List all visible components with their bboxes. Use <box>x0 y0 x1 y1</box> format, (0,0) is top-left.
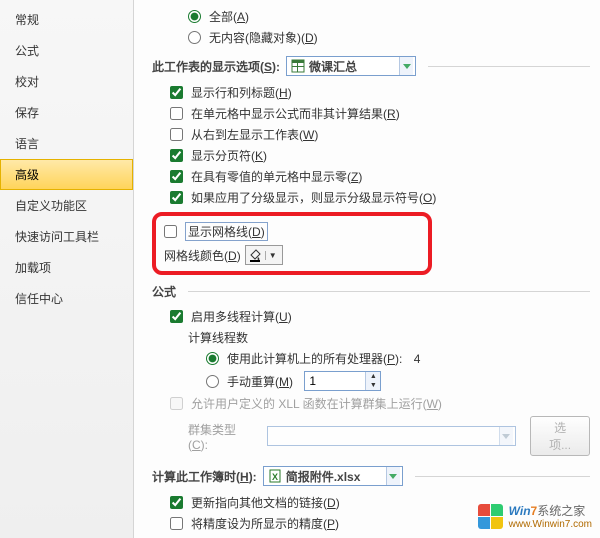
excel-file-icon: X <box>268 469 282 483</box>
sidebar-item-advanced[interactable]: 高级 <box>0 159 133 190</box>
watermark: Win7系统之家 www.Winwin7.com <box>478 502 592 530</box>
chevron-down-icon <box>499 427 513 445</box>
cluster-type-label: 群集类型(C): <box>188 421 256 452</box>
chk-multithread[interactable] <box>170 310 183 323</box>
highlight-box: 显示网格线(D) 网格线颜色(D) ▼ <box>152 212 432 275</box>
sidebar-item-general[interactable]: 常规 <box>0 4 133 35</box>
chk-show-formulas-label: 在单元格中显示公式而非其计算结果(R) <box>191 105 400 122</box>
cluster-options-button: 选项... <box>530 416 590 456</box>
sidebar-item-trust-center[interactable]: 信任中心 <box>0 283 133 314</box>
watermark-url: www.Winwin7.com <box>509 519 592 530</box>
options-sidebar: 常规 公式 校对 保存 语言 高级 自定义功能区 快速访问工具栏 加载项 信任中… <box>0 0 134 538</box>
chevron-down-icon: ▼ <box>265 251 280 260</box>
chk-rtl-sheet[interactable] <box>170 128 183 141</box>
chevron-down-icon <box>386 467 400 485</box>
chk-headers-label: 显示行和列标题(H) <box>191 84 292 101</box>
chk-precision-displayed[interactable] <box>170 517 183 530</box>
chk-show-zero-label: 在具有零值的单元格中显示零(Z) <box>191 168 362 185</box>
radio-manual-threads[interactable] <box>206 375 219 388</box>
sidebar-item-save[interactable]: 保存 <box>0 97 133 128</box>
spin-up-icon[interactable]: ▲ <box>366 372 380 381</box>
section-workbook-calc-title: 计算此工作簿时(H): <box>152 468 257 485</box>
sheet-selector-combo[interactable]: 微课汇总 <box>286 56 416 76</box>
sidebar-item-language[interactable]: 语言 <box>0 128 133 159</box>
processor-count: 4 <box>414 352 421 366</box>
chk-page-breaks-label: 显示分页符(K) <box>191 147 267 164</box>
sheet-selector-value: 微课汇总 <box>309 58 395 75</box>
thread-count-input[interactable] <box>305 372 365 390</box>
sidebar-item-proofing[interactable]: 校对 <box>0 66 133 97</box>
section-sheet-display-title: 此工作表的显示选项(S): <box>152 58 280 75</box>
thread-count-spinner[interactable]: ▲▼ <box>304 371 381 391</box>
radio-show-all[interactable] <box>188 10 201 23</box>
radio-hide-objects[interactable] <box>188 31 201 44</box>
section-formula-title: 公式 <box>152 283 176 300</box>
chk-headers[interactable] <box>170 86 183 99</box>
chk-xll-cluster <box>170 397 183 410</box>
workbook-selector-value: 简报附件.xlsx <box>286 468 382 485</box>
thread-count-label: 计算线程数 <box>188 329 248 346</box>
chk-update-links[interactable] <box>170 496 183 509</box>
radio-hide-objects-label: 无内容(隐藏对象)(D) <box>209 29 318 46</box>
worksheet-icon <box>291 59 305 73</box>
sidebar-item-customize-ribbon[interactable]: 自定义功能区 <box>0 190 133 221</box>
chk-multithread-label: 启用多线程计算(U) <box>191 308 292 325</box>
watermark-brand: Win7系统之家 <box>509 502 592 519</box>
chk-xll-cluster-label: 允许用户定义的 XLL 函数在计算群集上运行(W) <box>191 395 442 412</box>
radio-all-processors[interactable] <box>206 352 219 365</box>
paint-bucket-icon <box>248 248 262 262</box>
advanced-options-panel: 全部(A) 无内容(隐藏对象)(D) 此工作表的显示选项(S): 微课汇总 显示… <box>134 0 600 538</box>
radio-manual-threads-label: 手动重算(M) <box>227 373 293 390</box>
svg-text:X: X <box>272 472 278 482</box>
chk-rtl-sheet-label: 从右到左显示工作表(W) <box>191 126 318 143</box>
chk-outline-symbols-label: 如果应用了分级显示，则显示分级显示符号(O) <box>191 189 436 206</box>
chk-show-gridlines-label: 显示网格线(D) <box>185 222 268 241</box>
radio-show-all-label: 全部(A) <box>209 8 249 25</box>
chk-precision-displayed-label: 将精度设为所显示的精度(P) <box>191 515 339 532</box>
gridline-color-label: 网格线颜色(D) <box>164 247 241 264</box>
sidebar-item-addins[interactable]: 加载项 <box>0 252 133 283</box>
chk-outline-symbols[interactable] <box>170 191 183 204</box>
chk-update-links-label: 更新指向其他文档的链接(D) <box>191 494 340 511</box>
cluster-type-combo <box>267 426 516 446</box>
gridline-color-picker[interactable]: ▼ <box>245 245 283 265</box>
sidebar-item-quick-access[interactable]: 快速访问工具栏 <box>0 221 133 252</box>
chk-page-breaks[interactable] <box>170 149 183 162</box>
radio-all-processors-label: 使用此计算机上的所有处理器(P): <box>227 350 402 367</box>
workbook-selector-combo[interactable]: X 简报附件.xlsx <box>263 466 403 486</box>
chk-show-formulas[interactable] <box>170 107 183 120</box>
chk-show-gridlines[interactable] <box>164 225 177 238</box>
sidebar-item-formulas[interactable]: 公式 <box>0 35 133 66</box>
chk-show-zero[interactable] <box>170 170 183 183</box>
chevron-down-icon <box>399 57 413 75</box>
spin-down-icon[interactable]: ▼ <box>366 381 380 390</box>
windows-flag-icon <box>478 504 503 529</box>
